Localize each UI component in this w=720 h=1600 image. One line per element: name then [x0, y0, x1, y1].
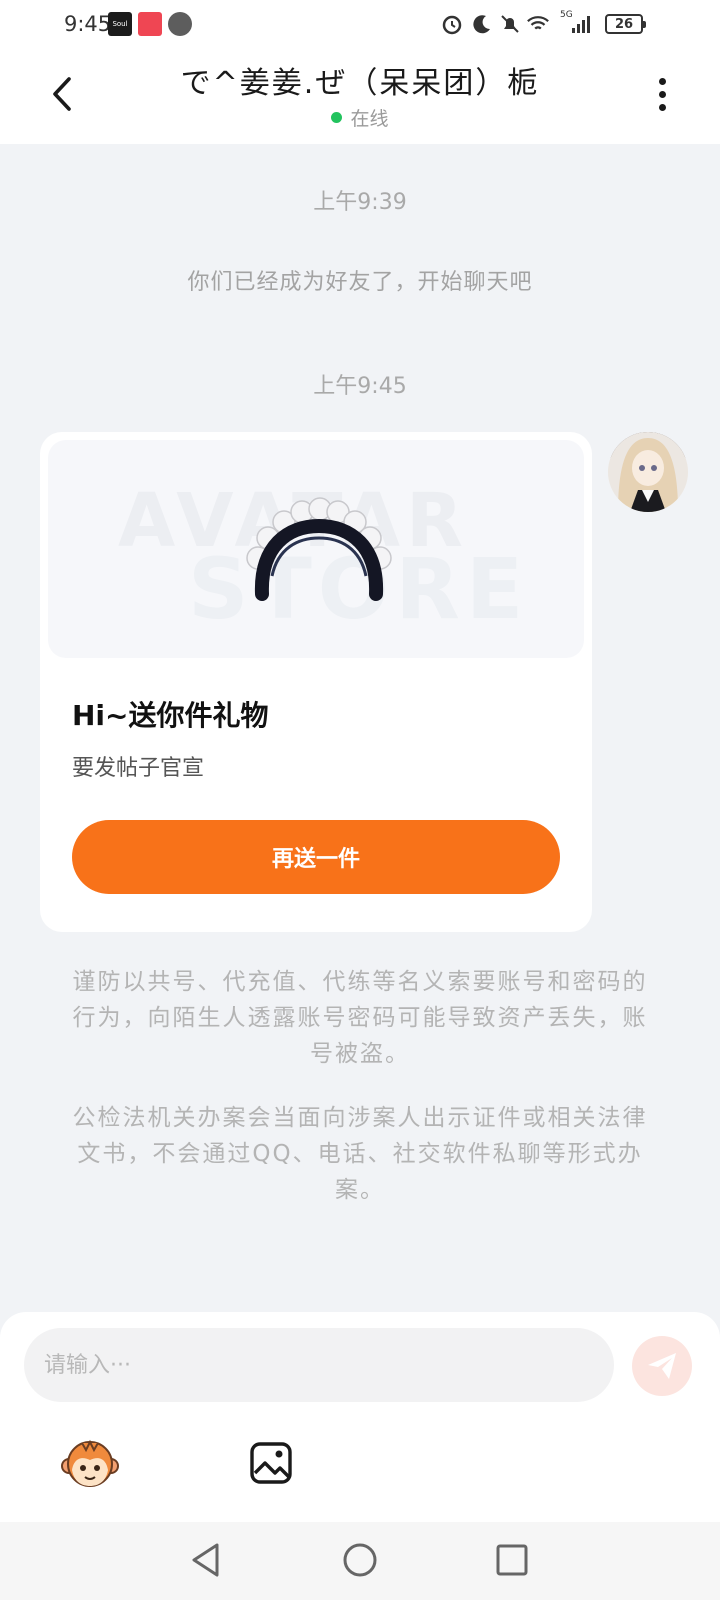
monkey-emoji-icon: [61, 1439, 119, 1487]
gift-card[interactable]: AVATAR STORE Hi~送你件礼物 要发帖子官宣 再送一件: [40, 432, 592, 932]
message-input[interactable]: [24, 1328, 614, 1402]
online-status: 在线: [0, 104, 720, 131]
more-vertical-icon: [658, 77, 666, 85]
image-picker-button[interactable]: [246, 1438, 296, 1488]
moon-icon: [470, 12, 494, 36]
emoji-button[interactable]: [60, 1434, 120, 1494]
system-nav-bar: [0, 1522, 720, 1600]
paper-plane-icon: [648, 1353, 676, 1379]
red-app-icon: [138, 12, 162, 36]
gift-image[interactable]: AVATAR STORE: [48, 440, 584, 658]
nav-home-button[interactable]: [338, 1538, 382, 1582]
fraud-warning: 谨防以共号、代充值、代练等名义索要账号和密码的行为，向陌生人透露账号密码可能导致…: [72, 969, 648, 1067]
maid-headband-icon: [246, 497, 392, 601]
status-time: 9:45: [64, 12, 112, 36]
online-dot-icon: [331, 112, 343, 123]
more-options-button[interactable]: [644, 72, 680, 116]
send-another-gift-button[interactable]: 再送一件: [72, 820, 560, 894]
status-bar: 9:45 Soul 5G 26: [0, 0, 720, 48]
signal-icon: [570, 12, 594, 36]
soul-app-icon: Soul: [108, 12, 132, 36]
circle-home-icon: [343, 1543, 377, 1577]
avatar-image: [608, 432, 688, 512]
timestamp: 上午9:39: [313, 190, 407, 215]
gift-title: Hi~送你件礼物: [72, 699, 269, 732]
chat-title: で^姜姜.ぜ（呆呆团）栀: [180, 66, 540, 101]
battery-indicator: 26: [605, 14, 646, 34]
send-message-button[interactable]: [632, 1336, 692, 1396]
ball-app-icon: [168, 12, 192, 36]
online-status-label: 在线: [350, 108, 389, 130]
triangle-back-icon: [192, 1543, 219, 1577]
wifi-icon: [526, 12, 550, 36]
square-recents-icon: [496, 1544, 528, 1576]
avatar[interactable]: [608, 432, 688, 512]
image-icon: [250, 1442, 292, 1484]
police-warning: 公检法机关办案会当面向涉案人出示证件或相关法律文书，不会通过QQ、电话、社交软件…: [72, 1105, 648, 1203]
nav-recents-button[interactable]: [490, 1538, 534, 1582]
input-area: [0, 1312, 720, 1522]
chat-header: で^姜姜.ぜ（呆呆团）栀 在线: [0, 48, 720, 144]
gift-subtitle: 要发帖子官宣: [72, 756, 205, 781]
friend-added-notice: 你们已经成为好友了，开始聊天吧: [187, 270, 533, 295]
timestamp: 上午9:45: [313, 374, 407, 399]
mute-bell-icon: [498, 12, 522, 36]
nav-back-button[interactable]: [184, 1538, 228, 1582]
alarm-icon: [440, 12, 464, 36]
